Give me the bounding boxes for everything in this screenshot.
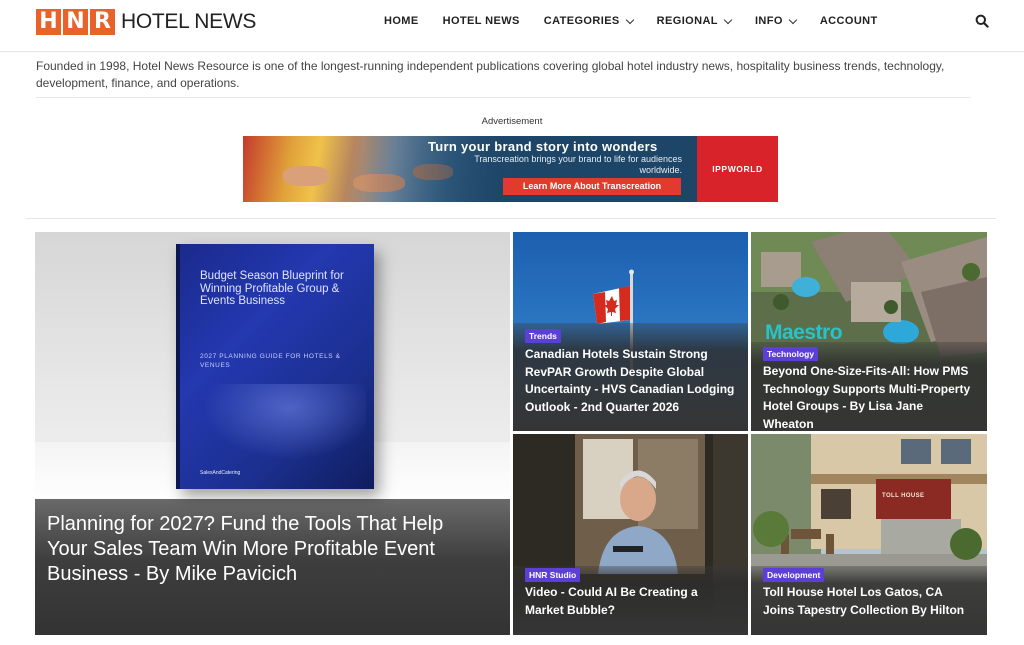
toll-house-sign-text: TOLL HOUSE (882, 493, 925, 499)
nav-categories-label: CATEGORIES (543, 15, 620, 27)
nav-account-label: ACCOUNT (819, 15, 878, 27)
article-card-toll-house[interactable]: TOLL HOUSE Development Toll House Hotel … (751, 434, 987, 635)
tag-badge[interactable]: HNR Studio (525, 568, 581, 582)
nav-hotel-news[interactable]: HOTEL NEWS (443, 15, 520, 27)
nav-hotel-news-label: HOTEL NEWS (442, 15, 520, 27)
logo-text: HOTEL NEWS (121, 10, 257, 33)
ad-brand-logo[interactable]: IPPWORLD (697, 136, 778, 202)
book-publisher-logo: SalesAndCatering (200, 470, 241, 476)
book-title: Budget Season Blueprint for Winning Prof… (200, 270, 344, 307)
article-card-video-ai-bubble[interactable]: HNR Studio Video - Could AI Be Creating … (513, 434, 748, 635)
nav-regional-label: REGIONAL (656, 15, 718, 27)
book-room-image (196, 384, 366, 464)
featured-book-cover: Budget Season Blueprint for Winning Prof… (176, 244, 374, 489)
ad-label: Advertisement (481, 116, 543, 127)
article-card-pms-technology[interactable]: Maestro Technology Beyond One-Size-Fits-… (751, 232, 987, 431)
logo-letter-r: R (90, 9, 115, 35)
nav-info[interactable]: INFO (754, 15, 798, 27)
article-card-canadian-hotels[interactable]: Trends Canadian Hotels Sustain Strong Re… (513, 232, 748, 431)
site-logo[interactable]: H N R HOTEL NEWS (36, 8, 256, 36)
tag-badge[interactable]: Trends (525, 329, 561, 343)
chevron-down-icon (723, 15, 733, 24)
book-subtitle: 2027 PLANNING GUIDE FOR HOTELS & VENUES (200, 353, 341, 369)
nav-home-label: HOME (384, 15, 419, 27)
tag-badge[interactable]: Technology (763, 347, 819, 361)
card-title[interactable]: Video - Could AI Be Creating a Market Bu… (525, 584, 738, 619)
main-nav: HOME HOTEL NEWS CATEGORIES REGIONAL INFO… (384, 0, 902, 42)
card-title[interactable]: Toll House Hotel Los Gatos, CA Joins Tap… (763, 584, 977, 619)
card-title[interactable]: Canadian Hotels Sustain Strong RevPAR Gr… (525, 346, 738, 416)
logo-letter-n: N (63, 9, 88, 35)
section-divider (26, 218, 996, 219)
tag-badge[interactable]: Development (763, 568, 825, 582)
search-icon[interactable] (975, 14, 989, 28)
nav-home[interactable]: HOME (384, 15, 419, 27)
ad-subtitle: Transcreation brings your brand to life … (474, 154, 682, 175)
ad-title: Turn your brand story into wonders (428, 139, 658, 154)
chevron-down-icon (625, 15, 634, 24)
ad-cta-button[interactable]: Learn More About Transcreation (503, 178, 681, 195)
chevron-down-icon (788, 15, 798, 24)
nav-account[interactable]: ACCOUNT (820, 15, 878, 27)
site-header: H N R HOTEL NEWS HOME HOTEL NEWS CATEGOR… (0, 0, 1024, 52)
nav-info-label: INFO (754, 15, 783, 27)
logo-letter-h: H (36, 9, 61, 35)
site-intro: Founded in 1998, Hotel News Resource is … (36, 58, 970, 98)
nav-categories[interactable]: CATEGORIES (543, 15, 634, 27)
nav-regional[interactable]: REGIONAL (656, 15, 733, 27)
card-title[interactable]: Beyond One-Size-Fits-All: How PMS Techno… (763, 363, 977, 431)
featured-title[interactable]: Planning for 2027? Fund the Tools That H… (47, 512, 487, 587)
